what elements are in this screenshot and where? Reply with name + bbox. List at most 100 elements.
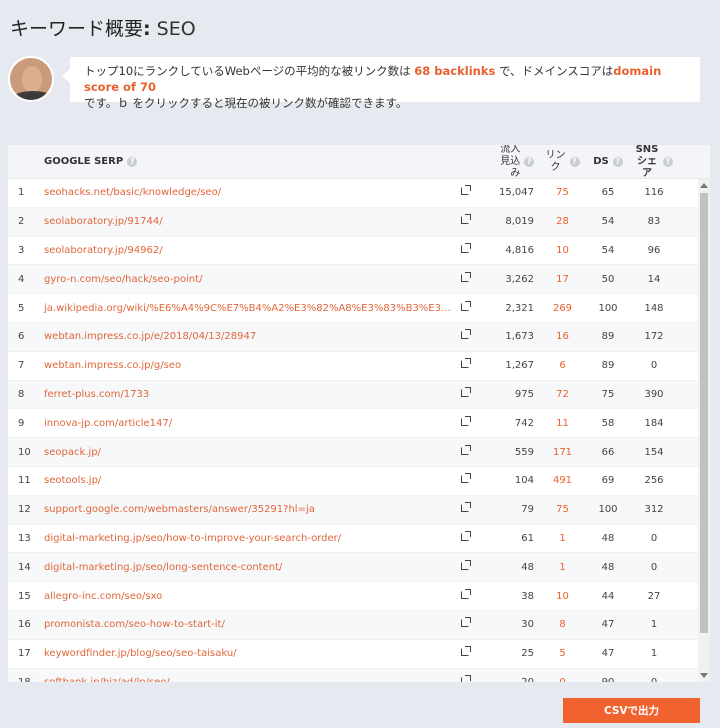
header-sns[interactable]: SNSシェア ? [628,145,680,180]
external-link-icon[interactable] [461,271,477,285]
external-link-icon[interactable] [461,415,477,429]
row-url-link[interactable]: seopack.jp/ [43,447,461,458]
external-link-glyph [461,358,471,369]
external-link-icon[interactable] [461,674,477,682]
header-ds-label: DS [593,156,609,167]
scroll-down-icon[interactable] [700,673,708,678]
row-links[interactable]: 8 [537,619,588,630]
row-traffic: 30 [521,619,534,631]
row-rank: 13 [18,532,31,544]
row-links[interactable]: 28 [537,216,588,227]
row-rank: 2 [18,216,25,228]
avatar-shirt [10,91,52,100]
row-url-link[interactable]: seotools.jp/ [43,475,461,486]
external-link-icon[interactable] [461,329,477,342]
row-url-link[interactable]: webtan.impress.co.jp/e/2018/04/13/28947 [43,331,461,342]
table-row: 4 gyro-n.com/seo/hack/seo-point/3,262 17 50… [8,265,698,295]
row-ds: 54 [601,244,615,256]
row-sns: 14 [647,273,661,285]
table-row: 14 digital-marketing.jp/seo/long-sentence… [8,553,698,583]
row-ds: 89 [601,360,615,372]
row-links[interactable]: 10 [537,245,588,256]
row-url-link[interactable]: promonista.com/seo-how-to-start-it/ [43,619,461,630]
row-url-link[interactable]: ferret-plus.com/1733 [43,389,461,400]
external-link-icon[interactable] [461,358,477,371]
table-row: 6 webtan.impress.co.jp/e/2018/04/13/28947… [8,322,698,352]
header-serp[interactable]: GOOGLE SERP ? [43,156,461,167]
row-rank: 6 [18,331,25,343]
row-url-link[interactable]: digital-marketing.jp/seo/how-to-improve-… [43,533,461,544]
external-link-icon[interactable] [461,300,477,314]
row-url-link[interactable]: keywordfinder.jp/blog/seo/seo-taisaku/ [43,648,461,659]
row-url-link[interactable]: seohacks.net/basic/knowledge/seo/ [43,187,461,198]
header-links[interactable]: リンク ? [537,150,588,174]
table-row: 7 webtan.impress.co.jp/g/seo 1,267 6 89 0 [8,352,698,381]
row-url-link[interactable]: support.google.com/webmasters/answer/352… [43,504,461,515]
row-links[interactable]: 5 [537,648,588,659]
external-link-icon[interactable] [461,242,477,256]
row-url-link[interactable]: allegro-inc.com/seo/sxo [43,591,461,602]
row-ds: 47 [601,648,615,660]
row-ds: 66 [601,446,615,458]
scroll-thumb[interactable] [700,193,708,633]
row-links[interactable]: 1 [537,562,588,573]
summary-text-2: で、ドメインスコアは [498,64,614,78]
page-title-label: キーワード概要 [10,18,144,40]
row-links[interactable]: 10 [537,591,588,602]
row-sns: 0 [628,677,680,682]
external-link-icon[interactable] [461,588,477,602]
external-link-icon[interactable] [461,473,477,486]
row-url-link[interactable]: webtan.impress.co.jp/g/seo [43,360,461,371]
row-url-link[interactable]: seolaboratory.jp/94962/ [43,245,461,256]
row-url-link[interactable]: digital-marketing.jp/seo/long-sentence-c… [43,562,461,573]
help-icon[interactable]: ? [524,156,534,167]
help-icon[interactable]: ? [569,156,580,167]
row-sns: 172 [644,331,664,343]
vertical-scrollbar[interactable] [698,179,710,682]
external-link-icon[interactable] [461,559,477,573]
external-link-glyph [461,444,471,455]
table-row: 15 allegro-inc.com/seo/sxo 38 10 44 27 [8,582,698,611]
row-url-link[interactable]: gyro-n.com/seo/hack/seo-point/ [43,274,461,285]
help-icon[interactable]: ? [127,156,138,167]
row-sns: 1 [650,648,658,660]
row-traffic: 559 [514,446,534,458]
row-links[interactable]: 11 [537,418,588,429]
external-link-glyph [461,530,471,541]
row-sns: 390 [644,388,664,400]
row-links[interactable]: 17 [537,274,588,285]
external-link-glyph [461,329,471,340]
external-link-icon[interactable] [461,214,477,227]
external-link-icon[interactable] [461,185,477,198]
row-links[interactable]: 75 [537,504,588,515]
table-row: 11 seotools.jp/104 491 69 256 [8,467,698,496]
row-rank: 4 [18,273,25,285]
row-links[interactable]: 269 [537,303,588,314]
external-link-icon[interactable] [461,617,477,630]
external-link-icon[interactable] [461,444,477,458]
row-url-link[interactable]: ja.wikipedia.org/wiki/%E6%A4%9C%E7%B4%A2… [43,303,461,314]
help-icon[interactable]: ? [612,156,623,167]
header-traffic[interactable]: 流入見込み ? [477,145,537,180]
scroll-up-icon[interactable] [700,183,708,188]
header-ds[interactable]: DS ? [588,156,628,167]
row-links[interactable]: 1 [537,533,588,544]
row-links[interactable]: 16 [537,331,588,342]
row-links[interactable]: 491 [537,475,588,486]
row-url-link[interactable]: seolaboratory.jp/91744/ [43,216,461,227]
external-link-icon[interactable] [461,530,477,544]
row-links[interactable]: 171 [537,447,588,458]
external-link-icon[interactable] [461,386,477,400]
row-url-link[interactable]: innova-jp.com/article147/ [43,418,461,429]
row-links[interactable]: 72 [537,389,588,400]
external-link-icon[interactable] [461,646,477,659]
row-url-link[interactable]: softbank.jp/biz/ad/lp/seo/ [43,677,461,682]
csv-export-button[interactable]: CSVで出力 [563,698,700,723]
external-link-icon[interactable] [461,502,477,515]
row-links[interactable]: 6 [537,360,588,371]
help-icon[interactable]: ? [663,156,673,167]
row-links[interactable]: 0 [537,677,588,682]
row-sns: 184 [644,417,664,429]
row-links[interactable]: 75 [537,187,588,198]
external-link-glyph [461,473,471,484]
